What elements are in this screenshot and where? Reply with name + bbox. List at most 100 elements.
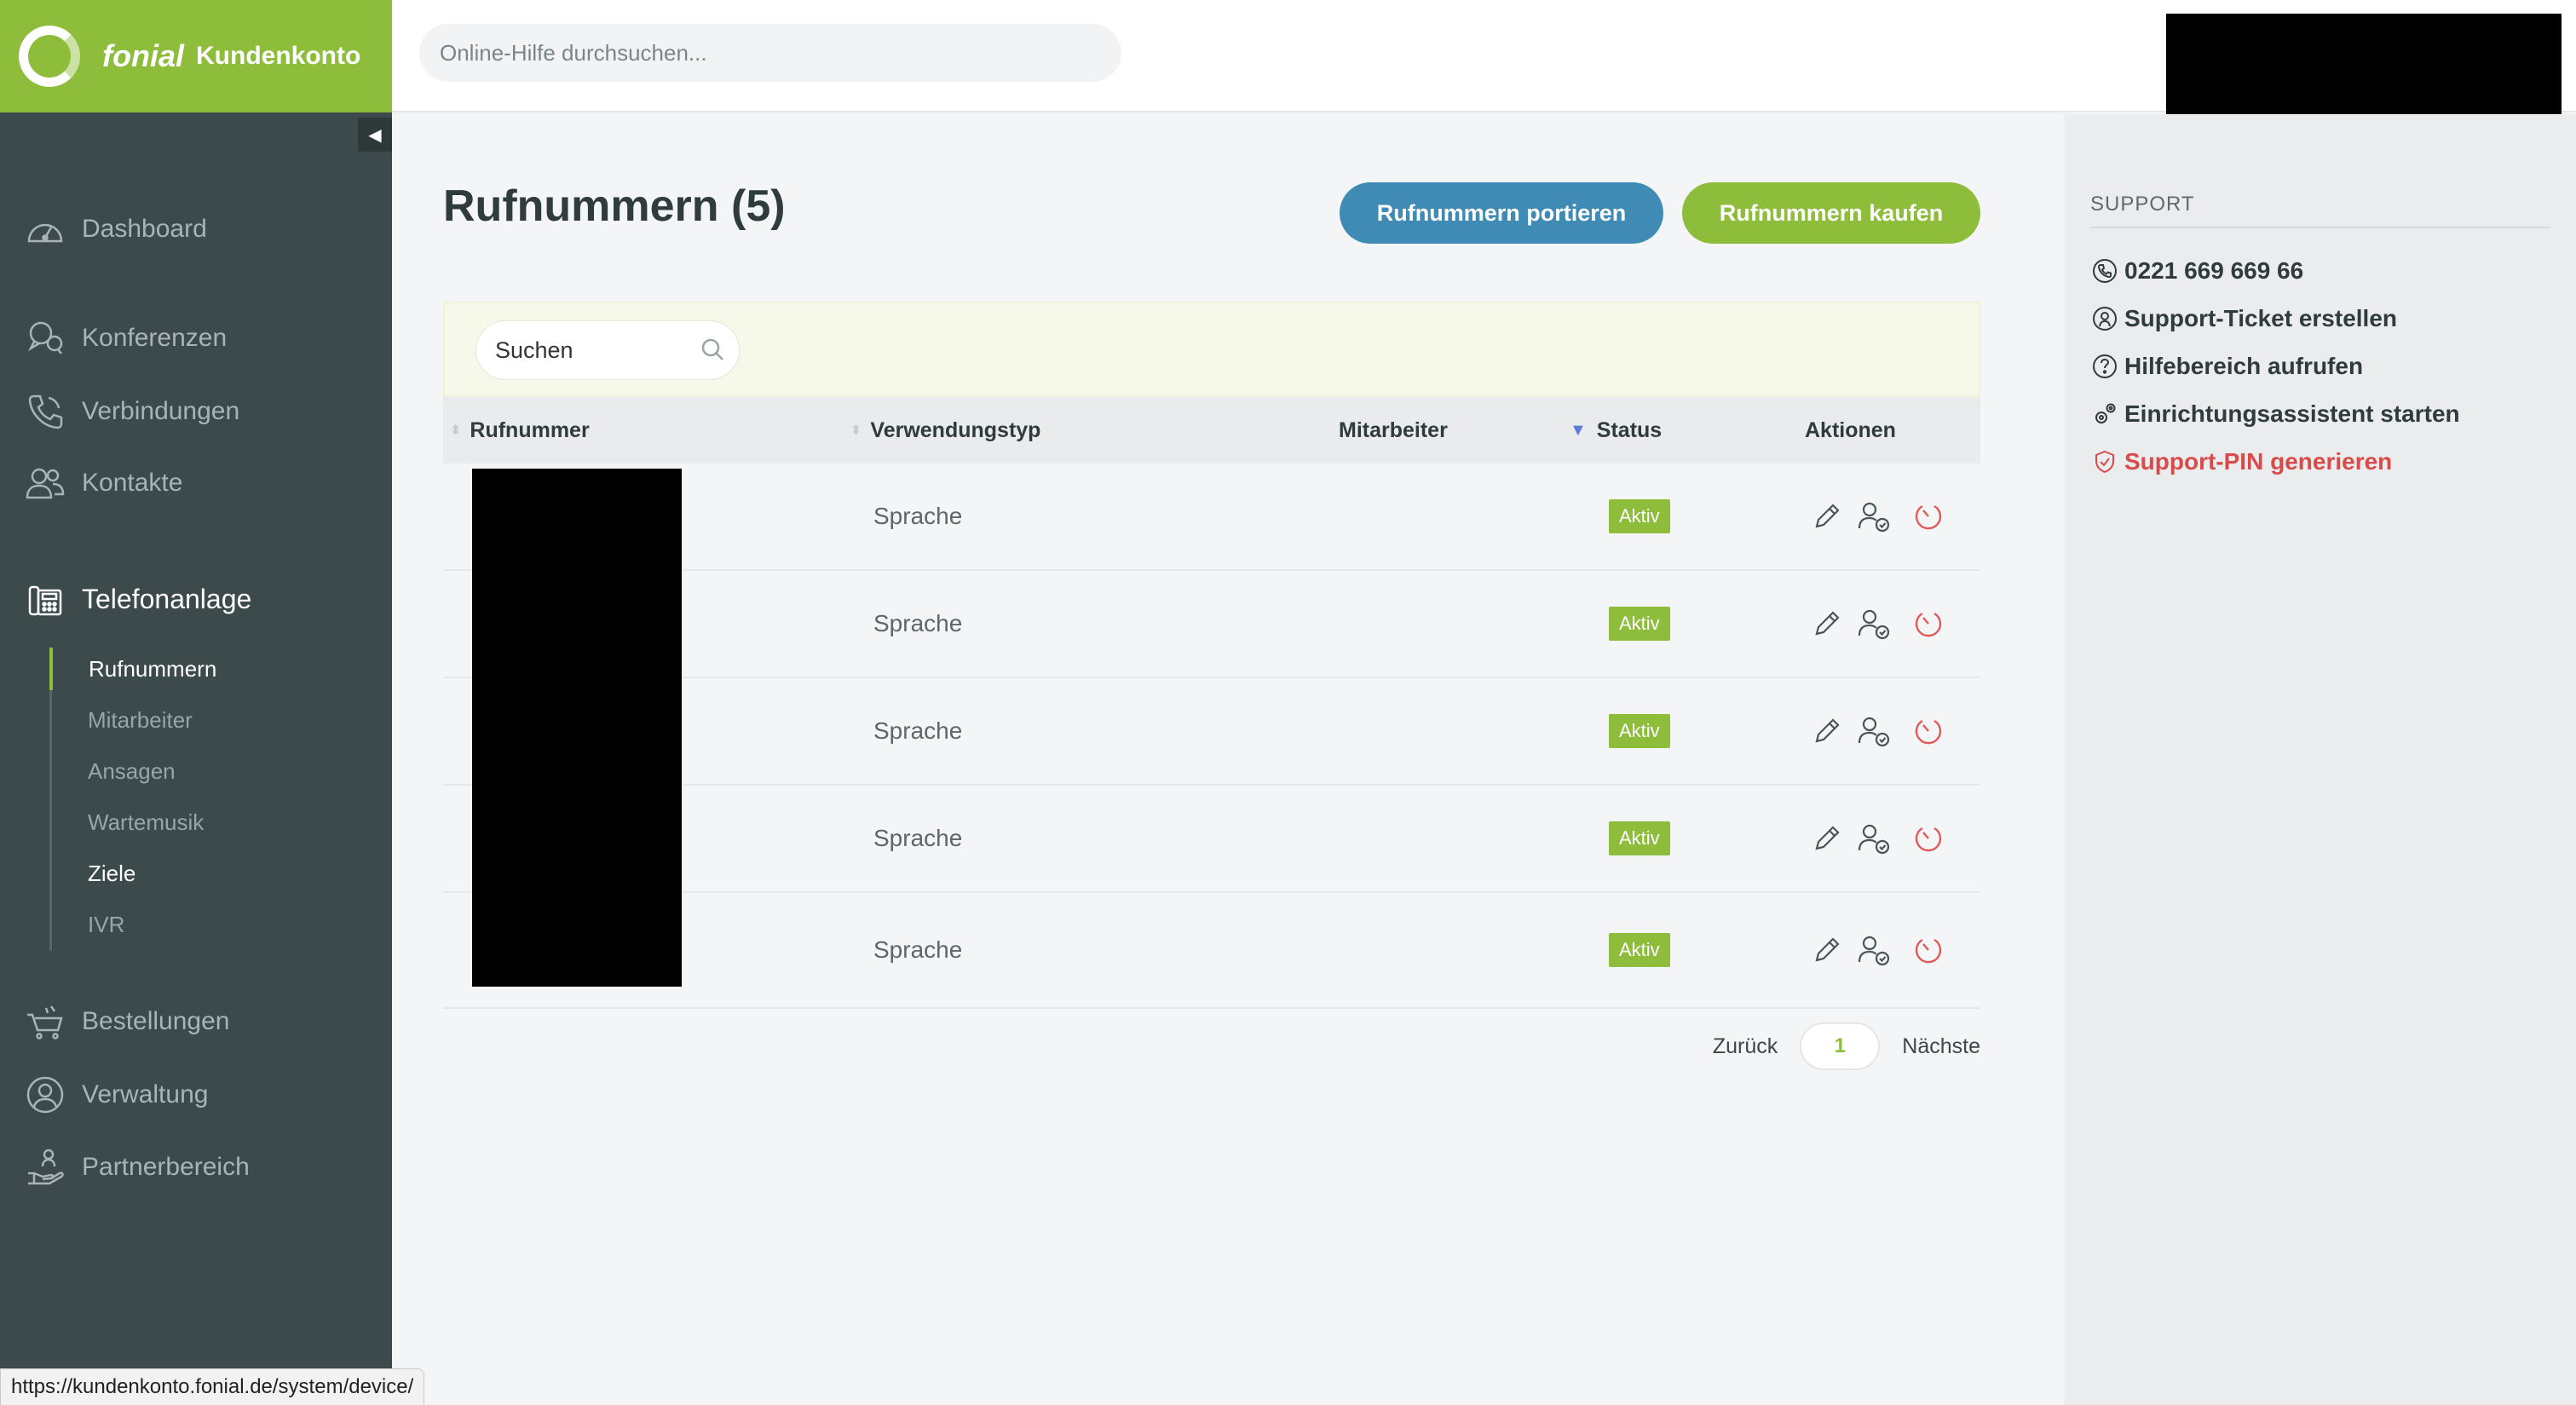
- column-header-rufnummer[interactable]: ⬍ Rufnummer: [450, 397, 590, 464]
- sidebar-item-dashboard[interactable]: Dashboard: [0, 199, 392, 259]
- edit-pencil-icon[interactable]: [1809, 932, 1845, 968]
- assign-user-icon[interactable]: [1856, 498, 1892, 534]
- port-numbers-button[interactable]: Rufnummern portieren: [1340, 182, 1663, 244]
- usage-type-cell: Sprache: [873, 717, 963, 744]
- usage-type-cell: Sprache: [873, 825, 963, 851]
- column-header-label: Rufnummer: [470, 417, 590, 442]
- subnav-item-rufnummern[interactable]: Rufnummern: [49, 648, 216, 690]
- column-header-aktionen: Aktionen: [1805, 397, 1896, 464]
- support-pin-link[interactable]: Support-PIN generieren: [2090, 441, 2392, 482]
- status-badge: Aktiv: [1609, 933, 1670, 967]
- sort-icon: ⬍: [850, 423, 862, 438]
- gears-icon: [2090, 400, 2119, 429]
- usage-type-cell: Sprache: [873, 610, 963, 636]
- help-icon: [2090, 352, 2119, 381]
- subnav-item-label: IVR: [88, 911, 125, 937]
- cancel-number-icon[interactable]: [1910, 498, 1946, 534]
- column-header-label: Aktionen: [1805, 417, 1896, 442]
- table-search-label: Suchen: [495, 337, 573, 363]
- assign-user-icon[interactable]: [1856, 821, 1892, 856]
- brand-name: fonial: [102, 38, 184, 73]
- search-icon: [696, 333, 730, 367]
- support-item-label: Support-PIN generieren: [2124, 448, 2393, 475]
- pagination-next-link[interactable]: Nächste: [1902, 1034, 1980, 1059]
- telefonanlage-subnav: Rufnummern Mitarbeiter Ansagen Wartemusi…: [49, 648, 339, 951]
- table-header: ⬍ Rufnummer ⬍ Verwendungstyp Mitarbeiter…: [443, 397, 1980, 464]
- sidebar-item-label: Verbindungen: [82, 397, 240, 425]
- usage-type-cell: Sprache: [873, 503, 963, 529]
- edit-pencil-icon[interactable]: [1809, 713, 1845, 749]
- sidebar-item-verwaltung[interactable]: Verwaltung: [0, 1065, 392, 1125]
- edit-pencil-icon[interactable]: [1809, 821, 1845, 856]
- support-item-label: Hilfebereich aufrufen: [2124, 353, 2364, 379]
- column-header-label: Status: [1596, 417, 1663, 442]
- phone-icon: [24, 390, 66, 433]
- support-item-label: Einrichtungsassistent starten: [2124, 400, 2460, 427]
- shield-icon: [2090, 447, 2119, 476]
- column-header-verwendungstyp[interactable]: ⬍ Verwendungstyp: [850, 397, 1040, 464]
- subnav-item-label: Rufnummern: [89, 655, 217, 682]
- edit-pencil-icon[interactable]: [1809, 606, 1845, 642]
- usage-type-cell: Sprache: [873, 936, 963, 963]
- redacted-phone-numbers: [472, 469, 682, 987]
- pbx-icon: [24, 578, 66, 620]
- browser-status-url: https://kundenkonto.fonial.de/system/dev…: [0, 1368, 425, 1405]
- pagination-prev-link[interactable]: Zurück: [1713, 1034, 1778, 1059]
- table-filter-bar: Suchen: [443, 302, 1980, 397]
- subnav-item-label: Wartemusik: [88, 809, 205, 835]
- sidebar-item-verbindungen[interactable]: Verbindungen: [0, 382, 392, 441]
- brand-product: Kundenkonto: [196, 42, 361, 70]
- pagination-page-1[interactable]: 1: [1800, 1022, 1881, 1070]
- sidebar-item-kontakte[interactable]: Kontakte: [0, 453, 392, 513]
- assign-user-icon[interactable]: [1856, 932, 1892, 968]
- assign-user-icon[interactable]: [1856, 713, 1892, 749]
- contacts-icon: [24, 462, 66, 504]
- status-badge: Aktiv: [1609, 714, 1670, 748]
- sidebar-item-label: Kontakte: [82, 469, 183, 497]
- sidebar: fonial Kundenkonto ◀ Dashboard Konferenz…: [0, 0, 392, 1405]
- speedometer-icon: [24, 208, 66, 250]
- sidebar-item-partnerbereich[interactable]: Partnerbereich: [0, 1137, 392, 1197]
- subnav-item-label: Mitarbeiter: [88, 706, 193, 733]
- support-phone-link[interactable]: 0221 669 669 66: [2090, 250, 2303, 291]
- cancel-number-icon[interactable]: [1910, 821, 1946, 856]
- sidebar-item-label: Partnerbereich: [82, 1153, 250, 1181]
- sidebar-item-label: Verwaltung: [82, 1080, 209, 1108]
- ticket-icon: [2090, 304, 2119, 333]
- subnav-item-label: Ziele: [88, 860, 136, 886]
- sidebar-item-label: Dashboard: [82, 215, 207, 243]
- column-header-mitarbeiter: Mitarbeiter: [1339, 397, 1448, 464]
- support-ticket-link[interactable]: Support-Ticket erstellen: [2090, 298, 2397, 339]
- sort-descending-icon: ▼: [1570, 420, 1587, 440]
- column-header-label: Mitarbeiter: [1339, 417, 1448, 442]
- status-badge: Aktiv: [1609, 499, 1670, 533]
- cancel-number-icon[interactable]: [1910, 932, 1946, 968]
- sidebar-collapse-button[interactable]: ◀: [358, 118, 392, 152]
- assign-user-icon[interactable]: [1856, 606, 1892, 642]
- cart-icon: [24, 1000, 66, 1043]
- help-search-input[interactable]: [419, 24, 1121, 82]
- conference-icon: [24, 317, 66, 360]
- edit-pencil-icon[interactable]: [1809, 498, 1845, 534]
- pagination: Zurück 1 Nächste: [443, 1022, 1980, 1074]
- cancel-number-icon[interactable]: [1910, 713, 1946, 749]
- sidebar-item-konferenzen[interactable]: Konferenzen: [0, 308, 392, 368]
- column-header-status[interactable]: ▼ Status: [1570, 397, 1662, 464]
- brand-logo[interactable]: fonial Kundenkonto: [0, 0, 392, 112]
- subnav-item-ansagen[interactable]: Ansagen: [52, 750, 176, 792]
- buy-numbers-button[interactable]: Rufnummern kaufen: [1682, 182, 1980, 244]
- subnav-item-ivr[interactable]: IVR: [52, 903, 124, 946]
- sidebar-item-label: Konferenzen: [82, 324, 228, 352]
- sidebar-item-bestellungen[interactable]: Bestellungen: [0, 992, 392, 1051]
- sidebar-item-label: Telefonanlage: [82, 583, 252, 614]
- subnav-item-wartemusik[interactable]: Wartemusik: [52, 801, 204, 844]
- cancel-number-icon[interactable]: [1910, 606, 1946, 642]
- subnav-item-mitarbeiter[interactable]: Mitarbeiter: [52, 699, 193, 741]
- support-help-link[interactable]: Hilfebereich aufrufen: [2090, 346, 2363, 387]
- subnav-item-ziele[interactable]: Ziele: [52, 852, 135, 895]
- page-title: Rufnummern (5): [443, 181, 786, 231]
- table-search-input[interactable]: Suchen: [475, 320, 740, 380]
- sidebar-item-telefonanlage[interactable]: Telefonanlage: [0, 569, 392, 629]
- support-setup-wizard-link[interactable]: Einrichtungsassistent starten: [2090, 394, 2460, 435]
- support-item-label: Support-Ticket erstellen: [2124, 305, 2398, 331]
